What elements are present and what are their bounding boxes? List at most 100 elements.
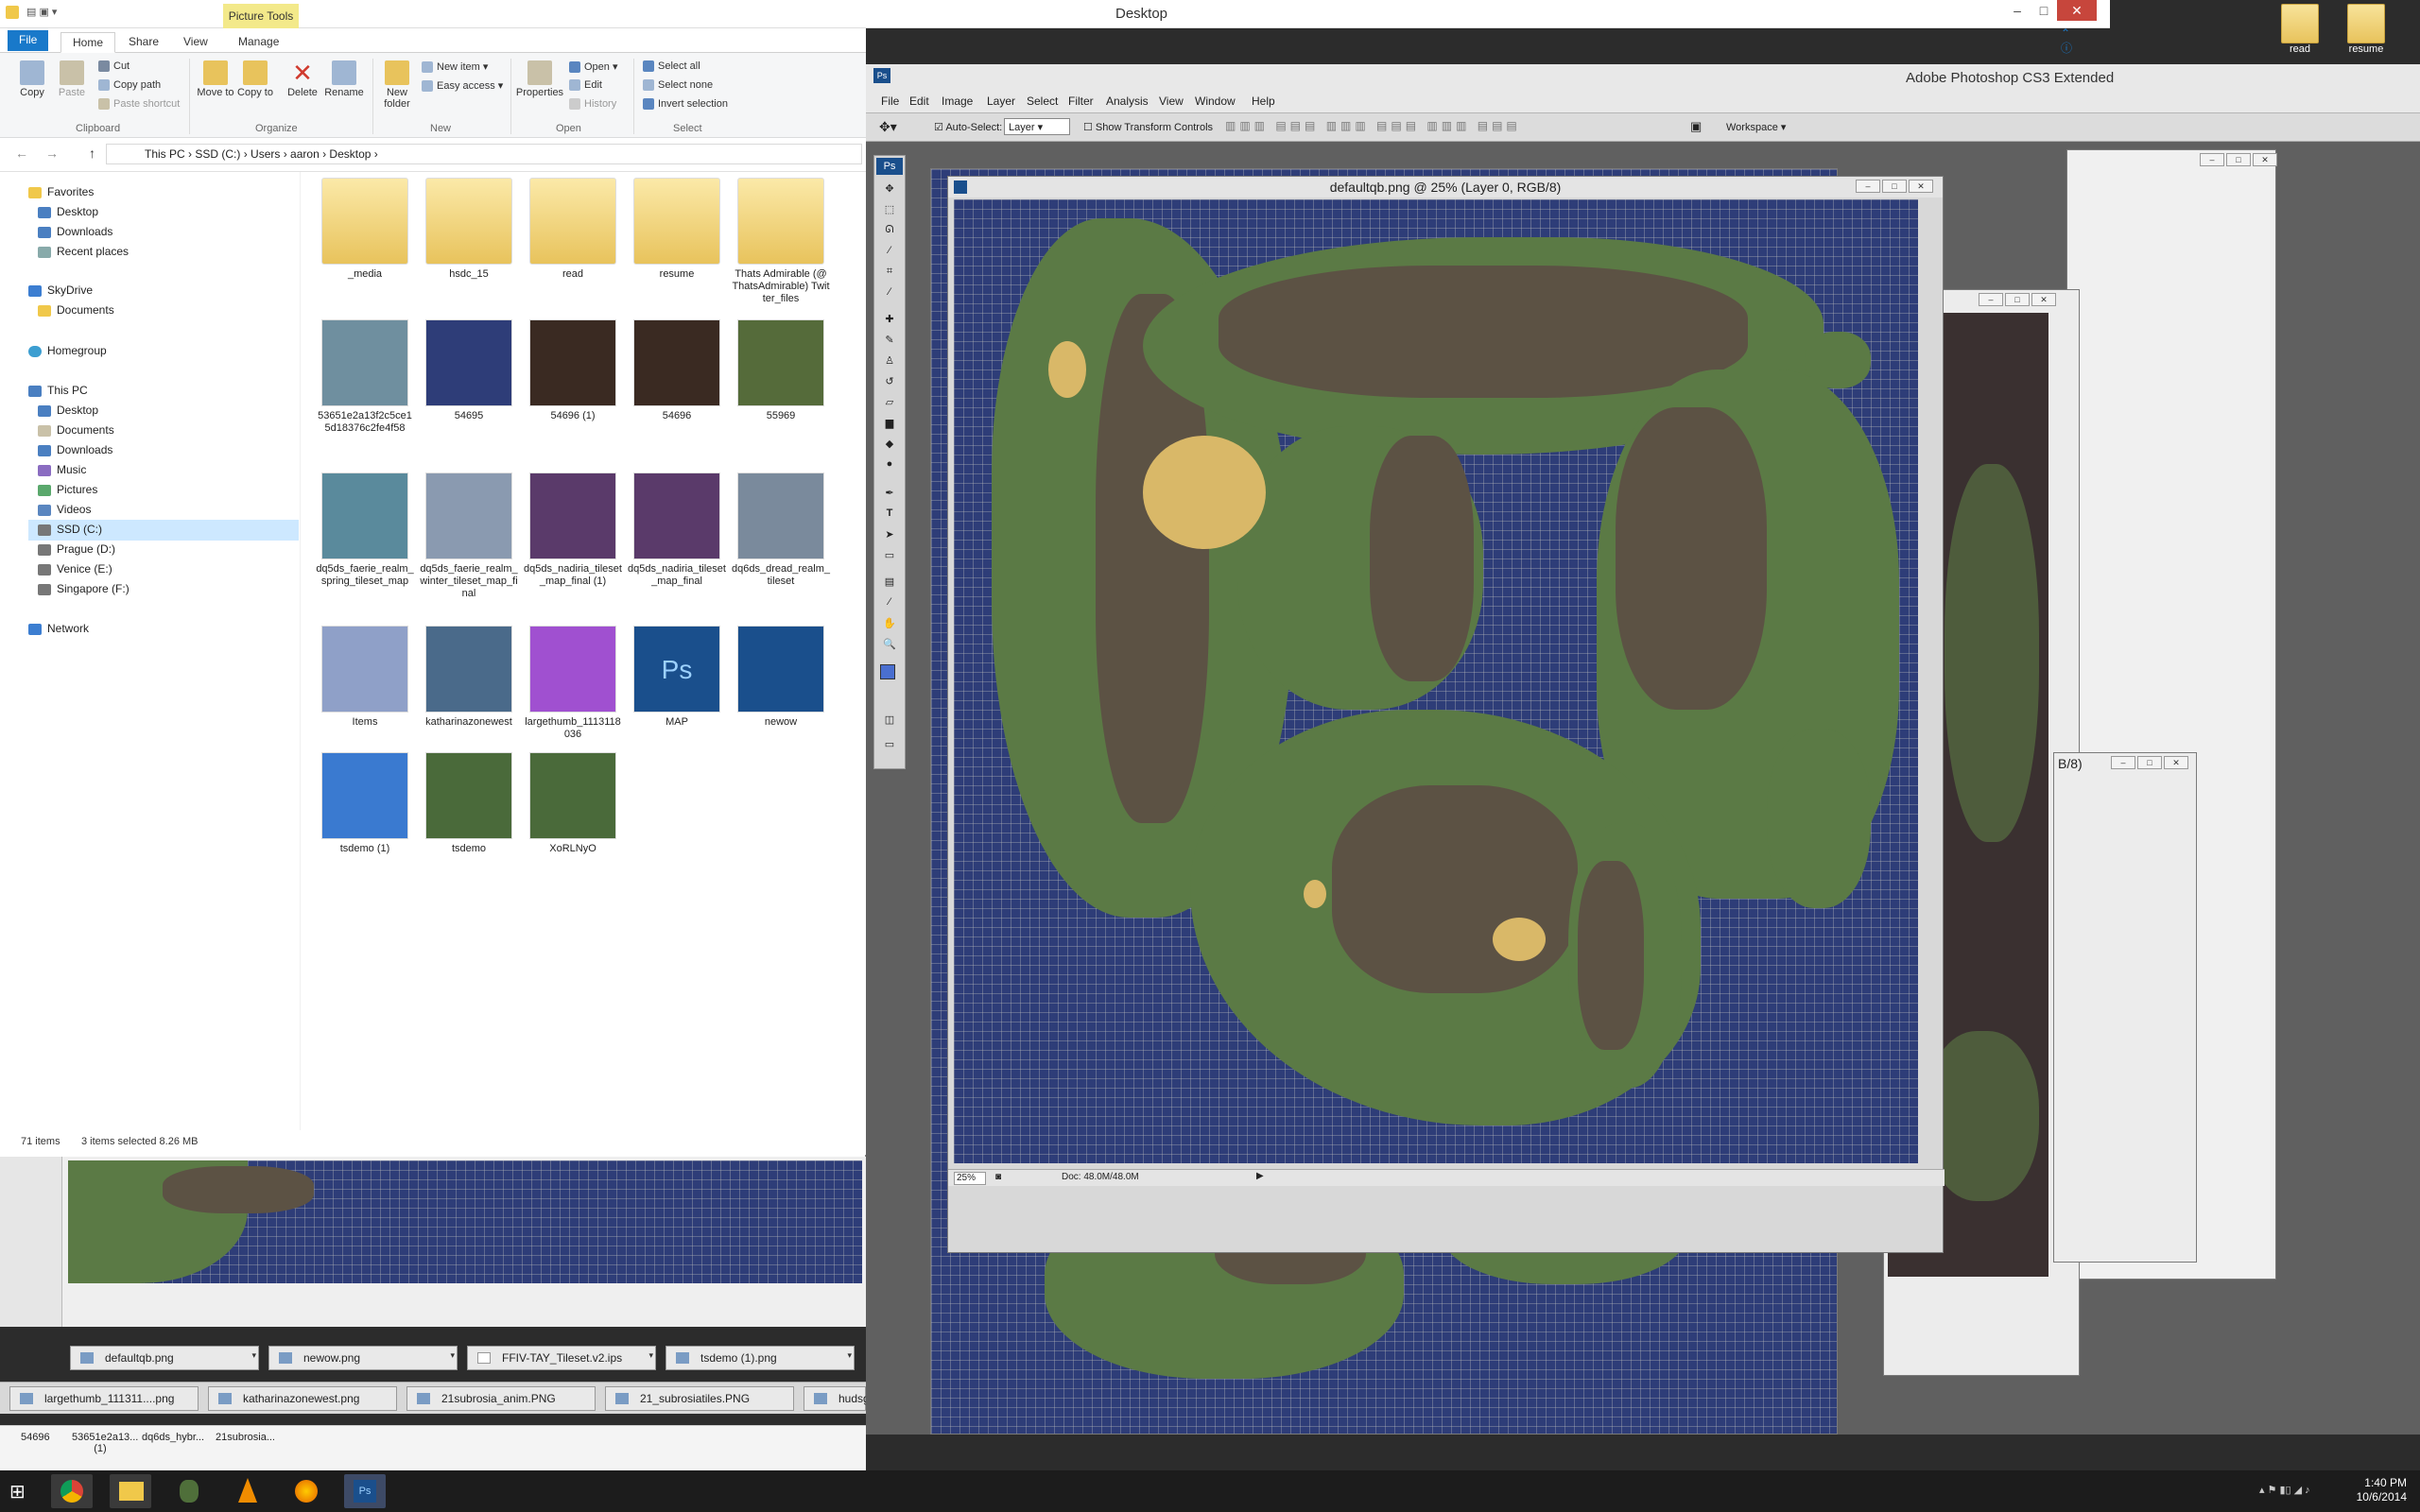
background-document-window[interactable]: B/8) – □ ✕ — [2053, 752, 2197, 1263]
bottom-item[interactable]: 54696 — [21, 1432, 50, 1443]
foreground-color-swatch[interactable] — [880, 664, 895, 679]
chevron-down-icon[interactable]: ▾ — [847, 1350, 852, 1361]
menu-filter[interactable]: Filter — [1068, 94, 1094, 108]
file-item[interactable]: XoRLNyO — [524, 752, 622, 855]
minimize-icon[interactable]: – — [1979, 293, 2003, 306]
tab-file[interactable]: File — [8, 30, 49, 51]
zoom-tool-icon[interactable]: 🔍 — [881, 638, 898, 653]
address-bar[interactable]: This PC › SSD (C:) › Users › aaron › Des… — [106, 144, 862, 164]
preview-tab[interactable]: 21_subrosiatiles.PNG — [605, 1386, 794, 1411]
eraser-tool-icon[interactable]: ▱ — [881, 396, 898, 411]
chevron-down-icon[interactable]: ▾ — [251, 1350, 256, 1361]
menu-view[interactable]: View — [1159, 94, 1184, 108]
file-item[interactable]: newow — [732, 626, 830, 729]
edit-button[interactable]: Edit — [569, 79, 602, 92]
close-icon[interactable]: ✕ — [1909, 180, 1933, 193]
folder-item[interactable]: Thats Admirable (@ThatsAdmirable) Twitte… — [732, 178, 830, 305]
back-arrow-icon[interactable]: ← — [15, 146, 28, 161]
close-icon[interactable]: ✕ — [2253, 153, 2277, 166]
preview-tab[interactable]: largethumb_111311....png — [9, 1386, 199, 1411]
nav-homegroup[interactable]: Homegroup — [28, 344, 107, 357]
maximize-icon[interactable]: □ — [1882, 180, 1907, 193]
lasso-tool-icon[interactable]: ᘏ — [881, 224, 898, 239]
quick-access-toolbar[interactable]: ▤ ▣ ▾ — [26, 6, 57, 18]
pen-tool-icon[interactable]: ✒ — [881, 487, 898, 502]
vlc-taskbar-button[interactable] — [227, 1474, 268, 1508]
nav-fav-recent[interactable]: Recent places — [38, 245, 129, 258]
magic-wand-icon[interactable]: ⁄ — [881, 245, 898, 260]
select-none-button[interactable]: Select none — [643, 79, 713, 92]
blur-tool-icon[interactable]: ◆ — [881, 438, 898, 453]
menu-edit[interactable]: Edit — [909, 94, 929, 108]
close-icon[interactable]: ✕ — [2031, 293, 2056, 306]
minimize-button[interactable]: – — [2004, 0, 2031, 21]
nav-skydrive[interactable]: SkyDrive — [28, 284, 93, 297]
tab-manage[interactable]: Manage — [227, 32, 290, 53]
easy-access-button[interactable]: Easy access ▾ — [422, 79, 503, 93]
menu-file[interactable]: File — [881, 94, 899, 108]
menu-analysis[interactable]: Analysis — [1106, 94, 1149, 108]
quick-mask-icon[interactable]: ◫ — [881, 713, 898, 729]
copy-button[interactable]: Copy — [13, 60, 51, 98]
file-item[interactable]: Items — [316, 626, 414, 729]
breadcrumb-ssd[interactable]: SSD (C:) — [195, 147, 240, 161]
nav-pc-documents[interactable]: Documents — [38, 423, 114, 437]
maximize-button[interactable]: □ — [2031, 0, 2057, 21]
breadcrumb-this-pc[interactable]: This PC — [145, 147, 185, 161]
shape-tool-icon[interactable]: ▭ — [881, 549, 898, 564]
bottom-item[interactable]: 53651e2a13... (1) — [72, 1432, 138, 1454]
move-to-button[interactable]: Move to — [197, 60, 234, 98]
hand-tool-icon[interactable]: ✋ — [881, 617, 898, 632]
align-buttons[interactable]: ▥▥▥ ▤▤▤ ▥▥▥ ▤▤▤ ▥▥▥ ▤▤▤ — [1225, 119, 1521, 132]
nav-favorites[interactable]: Favorites — [28, 185, 94, 198]
app-taskbar-button[interactable] — [168, 1474, 210, 1508]
file-item[interactable]: dq5ds_nadiria_tileset_map_final — [628, 472, 726, 588]
preview-tab[interactable]: newow.png ▾ — [268, 1346, 458, 1370]
start-windows-icon[interactable]: ⊞ — [9, 1480, 26, 1503]
new-item-button[interactable]: New item ▾ — [422, 60, 488, 74]
desktop-folder-read[interactable]: read — [2271, 4, 2329, 55]
dodge-tool-icon[interactable]: ● — [881, 458, 898, 473]
preview-tab[interactable]: FFIV-TAY_Tileset.v2.ips ▾ — [467, 1346, 656, 1370]
chevron-down-icon[interactable]: ▾ — [450, 1350, 455, 1361]
nav-pc-desktop[interactable]: Desktop — [38, 404, 98, 417]
gradient-tool-icon[interactable]: ▆ — [881, 417, 898, 432]
file-item[interactable]: 54695 — [420, 319, 518, 422]
file-item[interactable]: 55969 — [732, 319, 830, 422]
screen-mode-icon[interactable]: ▭ — [881, 738, 898, 753]
copy-path-button[interactable]: Copy path — [98, 79, 161, 92]
file-item[interactable]: dq5ds_faerie_realm_winter_tileset_map_fi… — [420, 472, 518, 600]
path-select-icon[interactable]: ➤ — [881, 528, 898, 543]
tray-icons[interactable]: ▴ ⚑ ▮▯ ◢ ♪ — [2259, 1484, 2310, 1496]
auto-select-checkbox[interactable]: ☑ Auto-Select: — [934, 121, 1002, 133]
breadcrumb-desktop[interactable]: Desktop — [329, 147, 371, 161]
paste-shortcut-button[interactable]: Paste shortcut — [98, 98, 180, 111]
clock[interactable]: 1:40 PM 10/6/2014 — [2357, 1476, 2407, 1504]
file-item[interactable]: dq6ds_dread_realm_tileset — [732, 472, 830, 588]
nav-pc-downloads[interactable]: Downloads — [38, 443, 112, 456]
help-icon[interactable]: ⌃ ⓘ — [2061, 26, 2072, 56]
maximize-icon[interactable]: □ — [2226, 153, 2251, 166]
nav-network[interactable]: Network — [28, 622, 89, 635]
clone-stamp-icon[interactable]: ♙ — [881, 354, 898, 369]
history-brush-icon[interactable]: ↺ — [881, 375, 898, 390]
status-arrow-icon[interactable]: ▶ — [1256, 1171, 1264, 1181]
camera-icon[interactable]: ▣ — [1690, 119, 1702, 134]
preview-tab[interactable]: katharinazonewest.png — [208, 1386, 397, 1411]
file-item[interactable]: 54696 — [628, 319, 726, 422]
nav-fav-desktop[interactable]: Desktop — [38, 205, 98, 218]
nav-pc-venice[interactable]: Venice (E:) — [38, 562, 112, 576]
main-document-window[interactable]: defaultqb.png @ 25% (Layer 0, RGB/8) – □… — [947, 176, 1945, 1253]
file-item[interactable]: 53651e2a13f2c5ce15d18376c2fe4f58 — [316, 319, 414, 435]
breadcrumb-users[interactable]: Users — [251, 147, 280, 161]
menu-help[interactable]: Help — [1252, 94, 1275, 108]
file-item[interactable]: katharinazonewest — [420, 626, 518, 729]
nav-sky-documents[interactable]: Documents — [38, 303, 114, 317]
crop-tool-icon[interactable]: ⌗ — [881, 266, 898, 281]
healing-brush-icon[interactable]: ✚ — [881, 313, 898, 328]
nav-this-pc[interactable]: This PC — [28, 384, 88, 397]
select-all-button[interactable]: Select all — [643, 60, 700, 73]
file-item[interactable]: tsdemo (1) — [316, 752, 414, 855]
preview-tab[interactable]: defaultqb.png ▾ — [70, 1346, 259, 1370]
file-item[interactable]: dq5ds_faerie_realm_spring_tileset_map — [316, 472, 414, 588]
